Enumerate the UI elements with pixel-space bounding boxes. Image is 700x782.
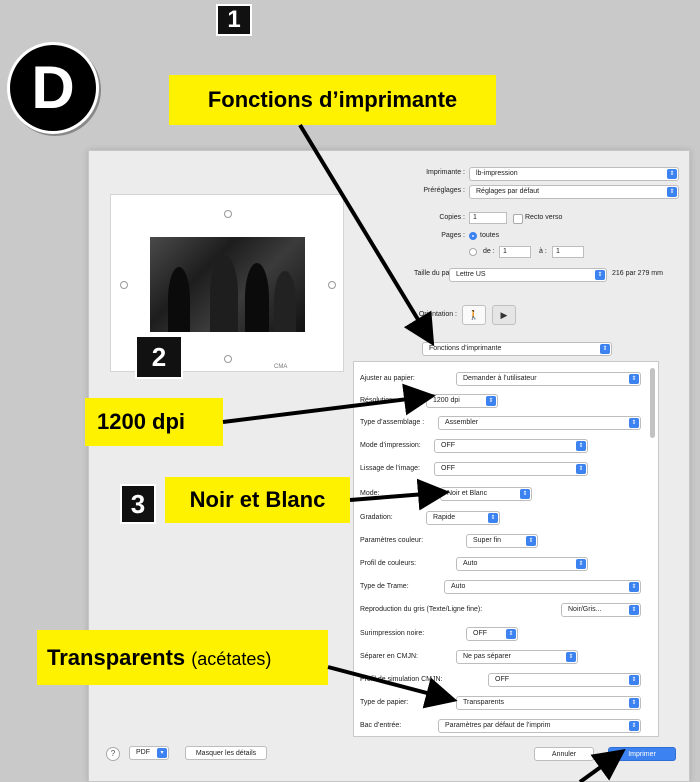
arrow-to-print-button <box>578 748 626 782</box>
annotation-arrows <box>222 123 626 782</box>
arrow-to-mode <box>349 478 450 511</box>
arrow-to-printer-features <box>298 123 435 347</box>
arrow-to-resolution <box>222 383 436 424</box>
arrow-to-paper-type <box>327 665 458 709</box>
